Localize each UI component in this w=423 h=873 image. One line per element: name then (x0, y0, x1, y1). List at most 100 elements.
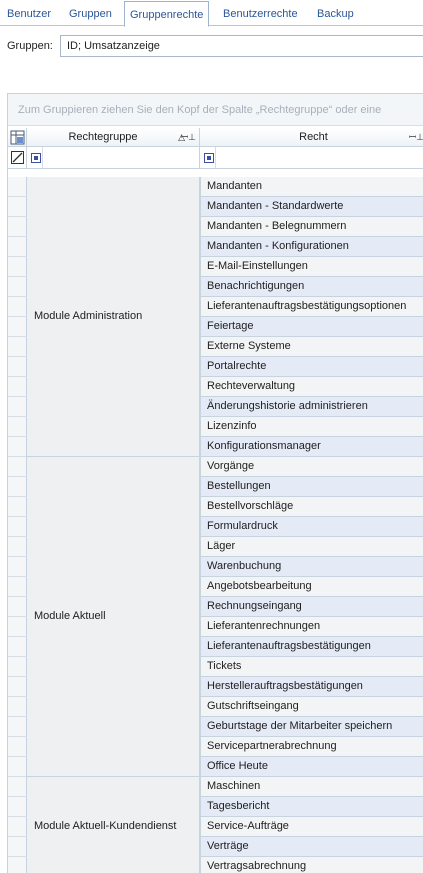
tab-bar: Benutzer Gruppen Gruppenrechte Benutzerr… (0, 0, 423, 27)
right-cell[interactable]: Maschinen (200, 777, 423, 797)
gruppen-select[interactable]: ID; Umsatzanzeige (60, 35, 423, 57)
right-cell[interactable]: Service-Aufträge (200, 817, 423, 837)
row-indicator[interactable] (8, 197, 27, 217)
right-cell[interactable]: Angebotsbearbeitung (200, 577, 423, 597)
filter-input-recht[interactable] (215, 147, 423, 168)
row-indicator[interactable] (8, 237, 27, 257)
right-cell[interactable]: Änderungshistorie administrieren (200, 397, 423, 417)
right-cell[interactable]: Geburtstage der Mitarbeiter speichern (200, 717, 423, 737)
row-indicator[interactable] (8, 337, 27, 357)
group-name: Module Administration (34, 310, 143, 322)
row-indicator[interactable] (8, 517, 27, 537)
filter-input-rechtegruppe[interactable] (42, 147, 199, 168)
group-by-hint: Zum Gruppieren ziehen Sie den Kopf der S… (18, 104, 382, 116)
right-cell[interactable]: Warenbuchung (200, 557, 423, 577)
tab-gruppenrechte[interactable]: Gruppenrechte (124, 1, 210, 27)
row-indicator[interactable] (8, 317, 27, 337)
right-cell[interactable]: Bestellvorschläge (200, 497, 423, 517)
row-indicator[interactable] (8, 437, 27, 457)
clear-filter-icon (11, 151, 24, 164)
right-cell[interactable]: Mandanten (200, 177, 423, 197)
group-name: Module Aktuell-Kundendienst (34, 820, 177, 832)
filter-cell-rechtegruppe[interactable] (27, 147, 200, 169)
right-cell[interactable]: Lieferantenrechnungen (200, 617, 423, 637)
right-cell[interactable]: Lizenzinfo (200, 417, 423, 437)
row-indicator[interactable] (8, 397, 27, 417)
row-indicator[interactable] (8, 557, 27, 577)
row-indicator[interactable] (8, 797, 27, 817)
row-indicator[interactable] (8, 857, 27, 873)
row-indicator[interactable] (8, 657, 27, 677)
row-indicator[interactable] (8, 757, 27, 777)
group-by-panel[interactable]: Zum Gruppieren ziehen Sie den Kopf der S… (8, 94, 423, 126)
filter-operator-icon[interactable] (31, 153, 41, 163)
row-indicator[interactable] (8, 357, 27, 377)
row-indicator[interactable] (8, 457, 27, 477)
row-indicator[interactable] (8, 617, 27, 637)
pin-icon[interactable]: ꟷ⊥ (409, 128, 423, 146)
right-cell[interactable]: Rechnungseingang (200, 597, 423, 617)
right-cell[interactable]: Portalrechte (200, 357, 423, 377)
row-indicator[interactable] (8, 417, 27, 437)
row-indicator[interactable] (8, 217, 27, 237)
right-cell[interactable]: E-Mail-Einstellungen (200, 257, 423, 277)
row-indicator[interactable] (8, 577, 27, 597)
right-cell[interactable]: Läger (200, 537, 423, 557)
row-indicator[interactable] (8, 257, 27, 277)
row-indicator[interactable] (8, 837, 27, 857)
row-indicator[interactable] (8, 377, 27, 397)
right-cell[interactable]: Benachrichtigungen (200, 277, 423, 297)
row-indicator[interactable] (8, 677, 27, 697)
right-cell[interactable]: Feiertage (200, 317, 423, 337)
right-cell[interactable]: Vertragsabrechnung (200, 857, 423, 873)
right-cell[interactable]: Mandanten - Standardwerte (200, 197, 423, 217)
column-header-rechtegruppe-label: Rechtegruppe (68, 131, 138, 143)
row-indicator[interactable] (8, 497, 27, 517)
right-cell[interactable]: Lieferantenauftragsbestätigungsoptionen (200, 297, 423, 317)
group-name: Module Aktuell (34, 610, 106, 622)
row-indicator[interactable] (8, 597, 27, 617)
tab-benutzer[interactable]: Benutzer (2, 3, 56, 26)
clear-filter-button[interactable] (8, 147, 27, 169)
row-indicator[interactable] (8, 817, 27, 837)
row-indicator[interactable] (8, 637, 27, 657)
tab-benutzerrechte[interactable]: Benutzerrechte (218, 3, 303, 26)
right-cell[interactable]: Lieferantenauftragsbestätigungen (200, 637, 423, 657)
row-indicator[interactable] (8, 697, 27, 717)
row-indicator[interactable] (8, 537, 27, 557)
right-cell[interactable]: Bestellungen (200, 477, 423, 497)
row-indicator[interactable] (8, 297, 27, 317)
group-cell[interactable]: Module Administration (27, 177, 200, 457)
group-cell[interactable]: Module Aktuell-Kundendienst (27, 777, 200, 873)
right-cell[interactable]: Externe Systeme (200, 337, 423, 357)
row-indicator[interactable] (8, 177, 27, 197)
right-cell[interactable]: Tickets (200, 657, 423, 677)
column-chooser-button[interactable] (8, 128, 27, 147)
filter-operator-icon[interactable] (204, 153, 214, 163)
column-header-rechtegruppe[interactable]: Rechtegruppe △ ꟷ⊥ (27, 128, 200, 147)
tab-gruppen[interactable]: Gruppen (64, 3, 117, 26)
row-indicator[interactable] (8, 477, 27, 497)
right-cell[interactable]: Office Heute (200, 757, 423, 777)
row-indicator[interactable] (8, 777, 27, 797)
right-cell[interactable]: Konfigurationsmanager (200, 437, 423, 457)
right-cell[interactable]: Formulardruck (200, 517, 423, 537)
rights-grid: Zum Gruppieren ziehen Sie den Kopf der S… (7, 93, 423, 873)
right-cell[interactable]: Tagesbericht (200, 797, 423, 817)
pin-icon[interactable]: ꟷ⊥ (181, 128, 196, 146)
right-cell[interactable]: Servicepartnerabrechnung (200, 737, 423, 757)
tab-backup[interactable]: Backup (312, 3, 359, 26)
right-cell[interactable]: Verträge (200, 837, 423, 857)
right-cell[interactable]: Mandanten - Konfigurationen (200, 237, 423, 257)
column-header-recht[interactable]: Recht ꟷ⊥ (200, 128, 423, 147)
right-cell[interactable]: Vorgänge (200, 457, 423, 477)
row-indicator[interactable] (8, 277, 27, 297)
group-cell[interactable]: Module Aktuell (27, 457, 200, 777)
row-indicator[interactable] (8, 737, 27, 757)
right-cell[interactable]: Rechteverwaltung (200, 377, 423, 397)
right-cell[interactable]: Gutschriftseingang (200, 697, 423, 717)
row-indicator[interactable] (8, 717, 27, 737)
right-cell[interactable]: Mandanten - Belegnummern (200, 217, 423, 237)
filter-cell-recht[interactable] (200, 147, 423, 169)
right-cell[interactable]: Herstellerauftragsbestätigungen (200, 677, 423, 697)
